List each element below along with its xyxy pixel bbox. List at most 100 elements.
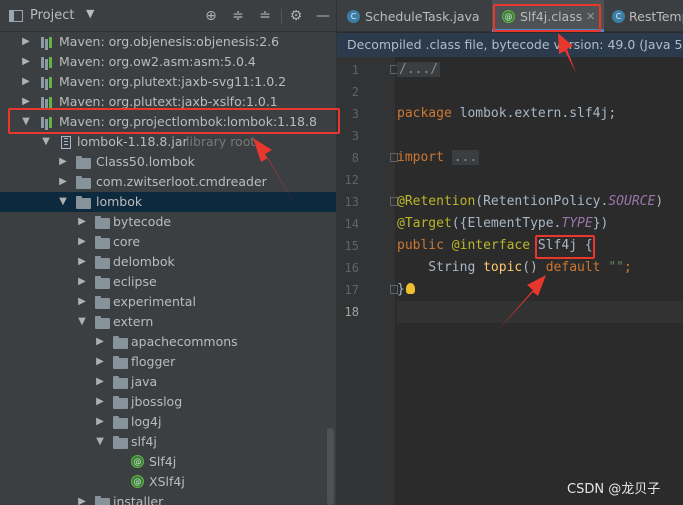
tree-item-core[interactable]: ▶ core <box>0 232 336 252</box>
line-number-gutter[interactable]: 1 2 3 3 8 12 13 14 15 16 17 18 <box>337 57 398 505</box>
tree-item-slf4j-annotation[interactable]: @ Slf4j <box>0 452 336 472</box>
chevron-right-icon[interactable]: ▶ <box>94 412 106 432</box>
expand-all-icon[interactable]: ≑ <box>228 6 248 26</box>
code-text: } <box>397 282 405 297</box>
tab-schedule-task[interactable]: C ScheduleTask.java <box>337 0 487 32</box>
tree-item-slf4j-package[interactable]: ▼ slf4j <box>0 432 336 452</box>
tree-item-lombok-jar[interactable]: ▼ lombok-1.18.8.jar library root <box>0 132 336 152</box>
tree-item-label: installer <box>113 494 164 505</box>
method-name: topic <box>483 260 523 275</box>
tree-item-xslf4j-annotation[interactable]: @ XSlf4j <box>0 472 336 492</box>
chevron-right-icon[interactable]: ▶ <box>20 52 32 72</box>
code-area[interactable]: /.../ package lombok.extern.slf4j; impor… <box>397 57 683 505</box>
chevron-right-icon[interactable]: ▶ <box>20 72 32 92</box>
tree-item-objenesis[interactable]: ▶ Maven: org.objenesis:objenesis:2.6 <box>0 32 336 52</box>
library-icon <box>40 76 54 88</box>
code-line: @Target({ElementType.TYPE}) <box>397 213 683 235</box>
tree-item-label: com.zwitserloot.cmdreader <box>96 174 267 189</box>
editor-pane: C ScheduleTask.java @ Slf4j.class ✕ C Re… <box>336 0 683 505</box>
tab-rest-template[interactable]: C RestTemp <box>607 0 683 32</box>
tree-item-experimental[interactable]: ▶ experimental <box>0 292 336 312</box>
tree-item-flogger[interactable]: ▶ flogger <box>0 352 336 372</box>
chevron-right-icon[interactable]: ▶ <box>94 332 106 352</box>
code-line: public @interface Slf4j { <box>397 235 683 257</box>
tree-item-installer[interactable]: ▶ installer <box>0 492 336 505</box>
library-root-hint: library root <box>186 134 256 149</box>
locate-icon[interactable]: ⊕ <box>201 6 221 26</box>
class-icon: C <box>347 10 360 23</box>
chevron-down-icon[interactable]: ▼ <box>86 7 94 20</box>
watermark: CSDN @龙贝子 <box>567 482 661 497</box>
tree-item-class50-lombok[interactable]: ▶ Class50.lombok <box>0 152 336 172</box>
tree-item-java[interactable]: ▶ java <box>0 372 336 392</box>
chevron-down-icon[interactable]: ▼ <box>20 112 32 132</box>
tree-item-cmdreader[interactable]: ▶ com.zwitserloot.cmdreader <box>0 172 336 192</box>
class-icon: C <box>612 10 625 23</box>
editor-tab-bar: C ScheduleTask.java @ Slf4j.class ✕ C Re… <box>337 0 683 32</box>
chevron-down-icon[interactable]: ▼ <box>94 432 106 452</box>
hide-icon[interactable]: — <box>313 6 333 26</box>
tree-item-label: Maven: org.plutext:jaxb-svg11:1.0.2 <box>59 74 287 89</box>
chevron-right-icon[interactable]: ▶ <box>20 32 32 52</box>
tab-label: ScheduleTask.java <box>365 9 480 24</box>
code-text: () <box>522 260 546 275</box>
tree-item-jbosslog[interactable]: ▶ jbosslog <box>0 392 336 412</box>
chevron-right-icon[interactable]: ▶ <box>57 152 69 172</box>
tree-item-apachecommons[interactable]: ▶ apachecommons <box>0 332 336 352</box>
folder-icon <box>95 216 110 229</box>
project-tool-window: Project ▼ ⊕ ≑ ≐ ⚙ — ▶ Maven: org.objenes… <box>0 0 336 505</box>
folded-imports[interactable]: ... <box>451 150 480 165</box>
tree-item-extern[interactable]: ▼ extern <box>0 312 336 332</box>
code-text: }) <box>592 216 609 231</box>
chevron-right-icon[interactable]: ▶ <box>76 272 88 292</box>
chevron-down-icon[interactable]: ▼ <box>57 192 69 212</box>
code-line-current[interactable] <box>397 301 683 323</box>
tree-item-label: slf4j <box>131 434 157 449</box>
chevron-right-icon[interactable]: ▶ <box>20 92 32 112</box>
chevron-right-icon[interactable]: ▶ <box>94 372 106 392</box>
line-number: 1 <box>351 63 359 77</box>
tree-item-bytecode[interactable]: ▶ bytecode <box>0 212 336 232</box>
tree-item-lombok-library[interactable]: ▼ Maven: org.projectlombok:lombok:1.18.8 <box>0 112 336 132</box>
code-text: { <box>577 238 593 253</box>
code-text: ) <box>655 194 664 209</box>
chevron-right-icon[interactable]: ▶ <box>76 292 88 312</box>
chevron-right-icon[interactable]: ▶ <box>94 352 106 372</box>
chevron-right-icon[interactable]: ▶ <box>94 392 106 412</box>
annotation-icon: @ <box>131 455 144 468</box>
annotation-type-name: Slf4j <box>537 238 578 253</box>
tree-item-lombok-package[interactable]: ▼ lombok <box>0 192 336 212</box>
line-number: 13 <box>344 195 359 209</box>
tree-item-delombok[interactable]: ▶ delombok <box>0 252 336 272</box>
tree-item-log4j[interactable]: ▶ log4j <box>0 412 336 432</box>
gear-icon[interactable]: ⚙ <box>286 6 306 26</box>
tree-item-label: eclipse <box>113 274 157 289</box>
chevron-right-icon[interactable]: ▶ <box>76 492 88 505</box>
library-icon <box>40 36 54 48</box>
tree-item-asm[interactable]: ▶ Maven: org.ow2.asm:asm:5.0.4 <box>0 52 336 72</box>
code-line: package lombok.extern.slf4j; <box>397 103 683 125</box>
chevron-down-icon[interactable]: ▼ <box>40 132 52 152</box>
tree-item-jaxb-xslfo[interactable]: ▶ Maven: org.plutext:jaxb-xslfo:1.0.1 <box>0 92 336 112</box>
tree-item-label: core <box>113 234 141 249</box>
chevron-right-icon[interactable]: ▶ <box>76 212 88 232</box>
tree-item-eclipse[interactable]: ▶ eclipse <box>0 272 336 292</box>
tab-slf4j-class[interactable]: @ Slf4j.class ✕ <box>492 0 604 32</box>
folder-icon <box>95 276 110 289</box>
tree-scrollbar-thumb[interactable] <box>327 428 334 505</box>
project-title[interactable]: Project <box>30 8 74 23</box>
collapse-all-icon[interactable]: ≐ <box>255 6 275 26</box>
chevron-down-icon[interactable]: ▼ <box>76 312 88 332</box>
tree-item-label: java <box>131 374 158 389</box>
folded-comment[interactable]: /.../ <box>397 62 441 77</box>
chevron-right-icon[interactable]: ▶ <box>57 172 69 192</box>
tree-item-jaxb-svg11[interactable]: ▶ Maven: org.plutext:jaxb-svg11:1.0.2 <box>0 72 336 92</box>
library-icon <box>40 96 54 108</box>
close-icon[interactable]: ✕ <box>586 0 595 34</box>
folder-icon <box>113 436 128 449</box>
chevron-right-icon[interactable]: ▶ <box>76 232 88 252</box>
lightbulb-icon[interactable] <box>405 283 415 294</box>
chevron-right-icon[interactable]: ▶ <box>76 252 88 272</box>
